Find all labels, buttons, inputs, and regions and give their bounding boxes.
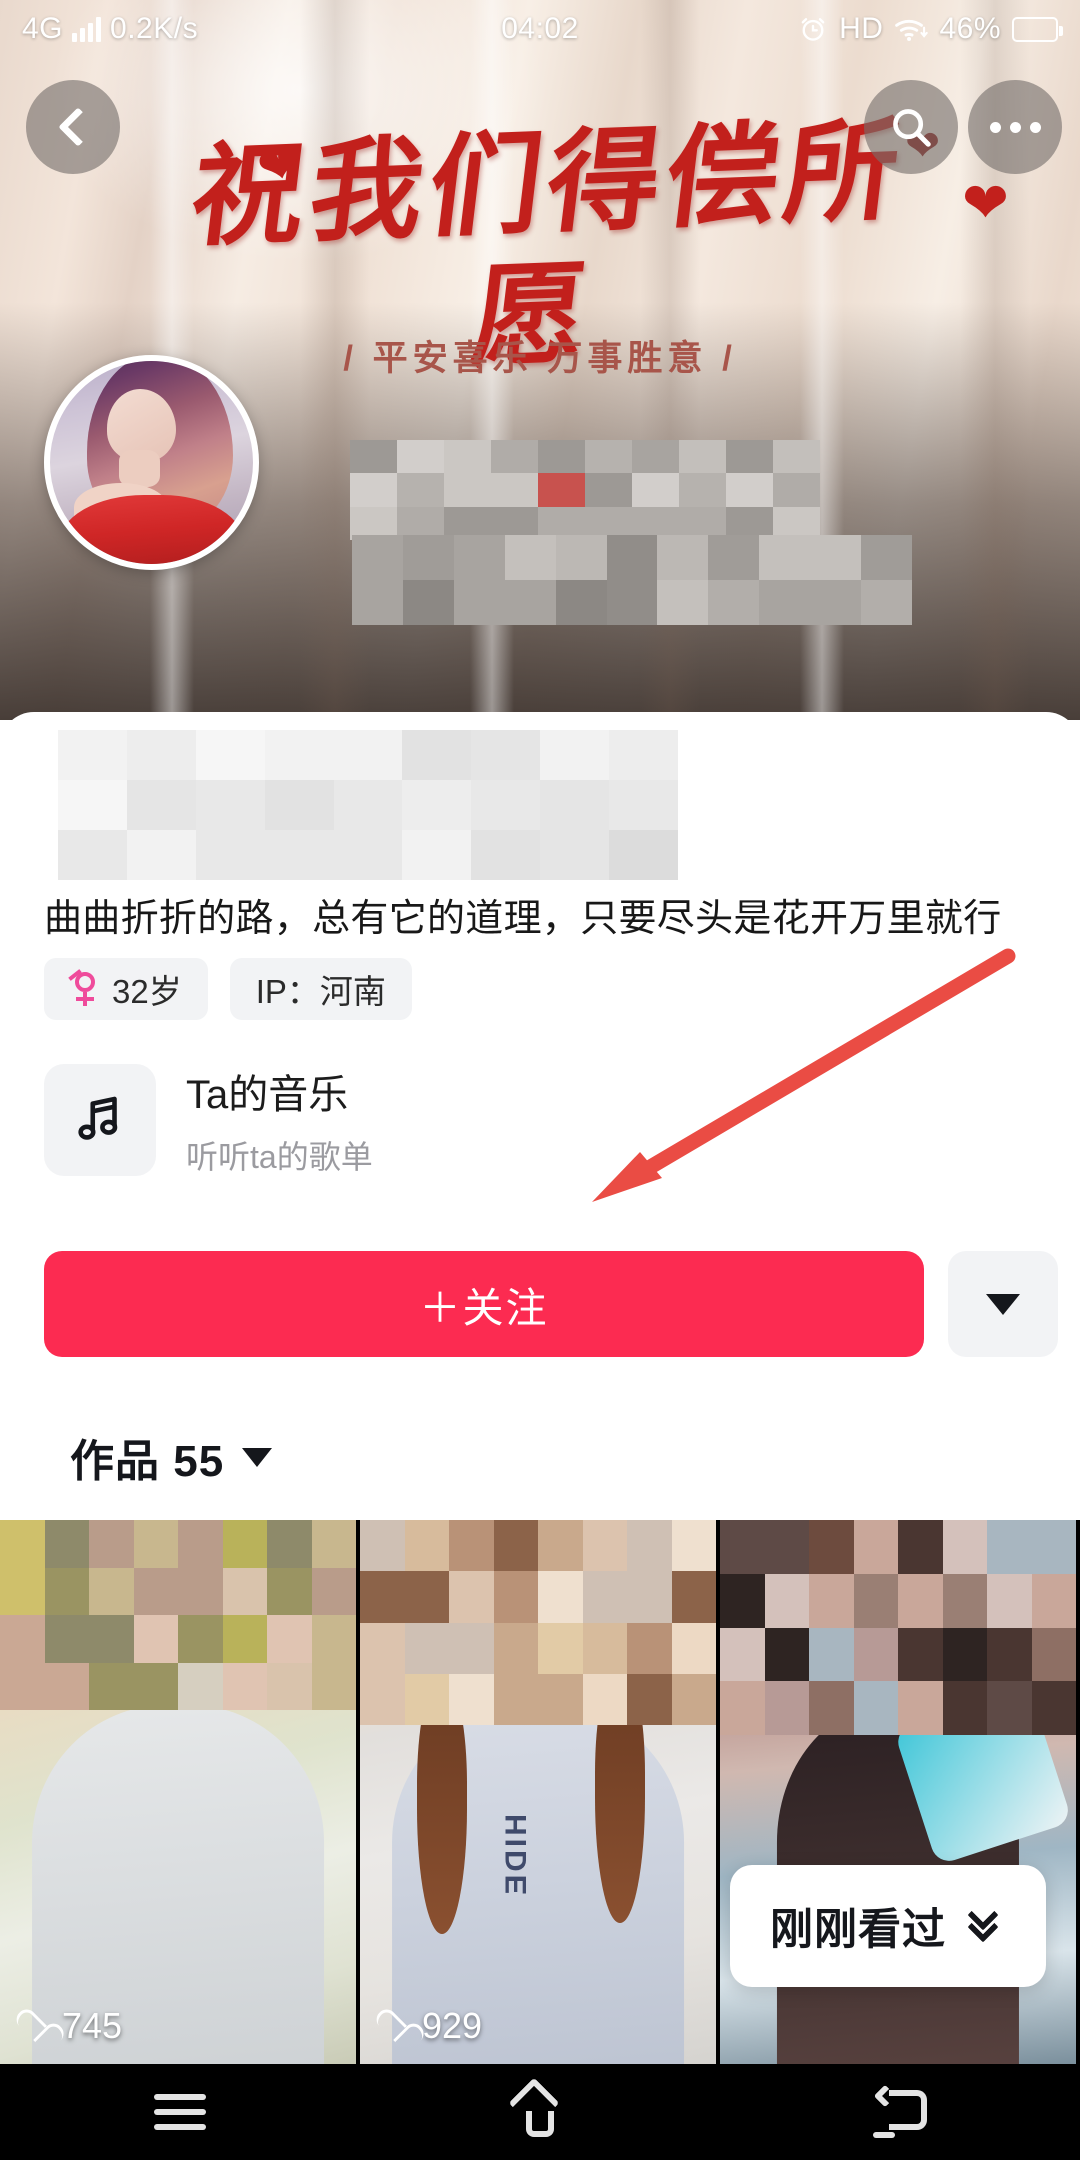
video-thumb-1[interactable]: 745 bbox=[0, 1520, 356, 2065]
profile-tags: 32岁 IP：河南 bbox=[44, 958, 412, 1020]
wifi-icon bbox=[894, 15, 928, 43]
follow-button[interactable]: ＋关注 bbox=[44, 1251, 924, 1357]
music-text-block: Ta的音乐 听听ta的歌单 bbox=[186, 1062, 373, 1178]
just-viewed-label: 刚刚看过 bbox=[770, 1895, 946, 1957]
home-icon bbox=[512, 2085, 568, 2139]
search-button[interactable] bbox=[864, 80, 958, 174]
ip-location-label: IP：河南 bbox=[256, 965, 386, 1013]
follow-action-row: ＋关注 bbox=[44, 1251, 1058, 1357]
nickname-mosaic-redaction bbox=[58, 730, 678, 880]
music-entry[interactable]: Ta的音乐 听听ta的歌单 bbox=[44, 1062, 373, 1178]
music-icon-box bbox=[44, 1064, 156, 1176]
video-thumb-2[interactable]: HIDE 929 bbox=[360, 1520, 716, 2065]
age-tag[interactable]: 32岁 bbox=[44, 958, 208, 1020]
network-type-label: 4G bbox=[22, 12, 63, 46]
more-options-button[interactable] bbox=[968, 80, 1062, 174]
nav-menu-button[interactable] bbox=[0, 2085, 360, 2139]
thumb-shirt-text: HIDE bbox=[500, 1814, 534, 1898]
username-mosaic-redaction bbox=[352, 535, 912, 625]
music-note-icon bbox=[71, 1091, 129, 1149]
battery-icon bbox=[1012, 17, 1058, 42]
ip-location-tag[interactable]: IP：河南 bbox=[230, 958, 412, 1020]
music-title: Ta的音乐 bbox=[186, 1062, 373, 1120]
hd-label: HD bbox=[839, 12, 883, 46]
nav-back-button[interactable] bbox=[720, 2088, 1080, 2136]
like-count-2: 929 bbox=[376, 2005, 482, 2047]
double-chevron-down-icon bbox=[968, 1908, 1006, 1944]
username-mosaic-redaction bbox=[350, 440, 820, 540]
tab-works[interactable]: 作品 55 bbox=[70, 1425, 272, 1489]
nav-home-button[interactable] bbox=[360, 2085, 720, 2139]
back-icon bbox=[873, 2088, 927, 2136]
status-bar-left: 4G 0.2K/s bbox=[22, 12, 198, 46]
status-bar-right: HD 46% bbox=[798, 12, 1058, 46]
music-subtitle: 听听ta的歌单 bbox=[186, 1132, 373, 1178]
heart-icon: ❤ bbox=[962, 175, 1009, 231]
caret-down-icon bbox=[242, 1448, 272, 1467]
data-rate-label: 0.2K/s bbox=[110, 12, 198, 46]
banner-subtitle-text: / 平安喜乐 万事胜意 / bbox=[135, 330, 945, 381]
heart-outline-icon bbox=[376, 2011, 410, 2041]
just-viewed-pill[interactable]: 刚刚看过 bbox=[730, 1865, 1046, 1987]
thumb-mosaic-redaction bbox=[0, 1520, 356, 1710]
status-bar: 4G 0.2K/s 04:02 HD 46% bbox=[0, 0, 1080, 58]
thumb-mosaic-redaction bbox=[360, 1520, 716, 1725]
like-count-label: 929 bbox=[422, 2005, 482, 2047]
avatar-neck bbox=[119, 450, 160, 487]
like-count-1: 745 bbox=[16, 2005, 122, 2047]
chevron-left-icon bbox=[58, 107, 98, 147]
menu-icon bbox=[154, 2085, 206, 2139]
follow-more-button[interactable] bbox=[948, 1251, 1058, 1357]
caret-down-icon bbox=[986, 1294, 1020, 1315]
age-tag-label: 32岁 bbox=[112, 965, 182, 1013]
like-count-label: 745 bbox=[62, 2005, 122, 2047]
android-nav-bar bbox=[0, 2064, 1080, 2160]
heart-outline-icon bbox=[16, 2011, 50, 2041]
female-gender-icon bbox=[70, 972, 100, 1006]
avatar[interactable] bbox=[44, 355, 259, 570]
phone-screen: 4G 0.2K/s 04:02 HD 46% 祝我们得偿所愿 / 平安喜乐 万事… bbox=[0, 0, 1080, 2160]
battery-percent-label: 46% bbox=[939, 12, 1001, 46]
more-dots-icon bbox=[990, 122, 1041, 133]
thumb-mosaic-redaction bbox=[720, 1520, 1076, 1735]
back-button[interactable] bbox=[26, 80, 120, 174]
works-tab-label: 作品 55 bbox=[70, 1425, 224, 1489]
profile-bio: 曲曲折折的路，总有它的道理，只要尽头是花开万里就行 bbox=[44, 887, 1044, 942]
signal-bars-icon bbox=[72, 16, 101, 42]
alarm-clock-icon bbox=[798, 14, 828, 44]
search-icon bbox=[888, 104, 934, 150]
